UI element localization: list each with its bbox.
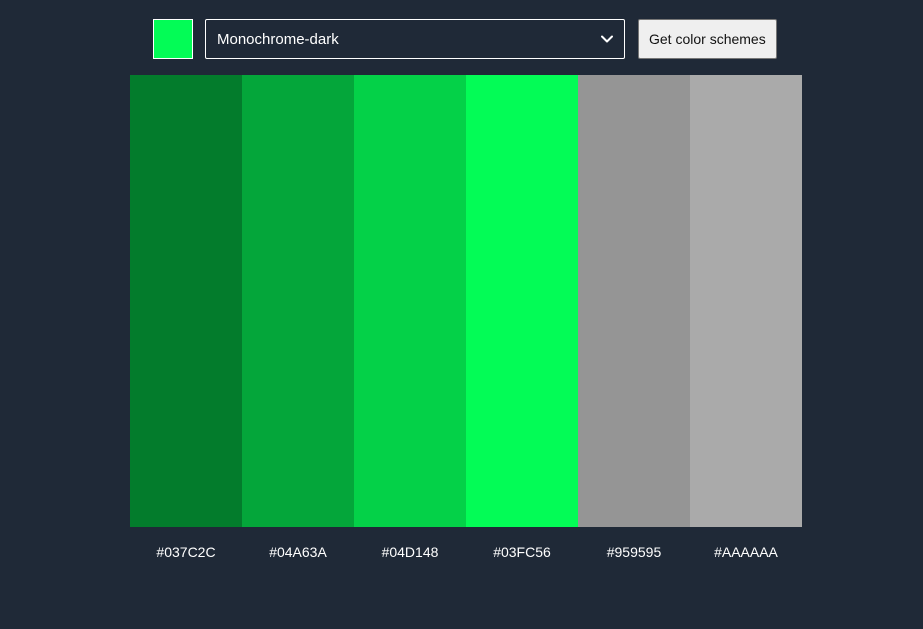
hex-code-labels: #037C2C #04A63A #04D148 #03FC56 #959595 …	[130, 543, 802, 561]
hex-code-label[interactable]: #037C2C	[130, 543, 242, 561]
color-swatch[interactable]	[242, 75, 354, 527]
color-swatch[interactable]	[690, 75, 802, 527]
hex-code-label[interactable]: #03FC56	[466, 543, 578, 561]
scheme-mode-value: Monochrome-dark	[217, 30, 339, 48]
seed-color-picker[interactable]	[153, 19, 193, 59]
hex-code-label[interactable]: #959595	[578, 543, 690, 561]
color-swatch[interactable]	[354, 75, 466, 527]
hex-code-label[interactable]: #04D148	[354, 543, 466, 561]
get-color-schemes-button[interactable]: Get color schemes	[638, 19, 777, 59]
scheme-mode-select[interactable]: Monochrome-dark	[205, 19, 625, 59]
color-swatch[interactable]	[466, 75, 578, 527]
color-scheme-app: Monochrome-dark Get color schemes #037C2…	[0, 0, 923, 629]
controls-bar: Monochrome-dark Get color schemes	[153, 18, 777, 60]
color-swatch[interactable]	[130, 75, 242, 527]
color-swatch[interactable]	[578, 75, 690, 527]
chevron-down-icon	[600, 32, 614, 46]
hex-code-label[interactable]: #AAAAAA	[690, 543, 802, 561]
color-swatches	[130, 75, 802, 527]
hex-code-label[interactable]: #04A63A	[242, 543, 354, 561]
